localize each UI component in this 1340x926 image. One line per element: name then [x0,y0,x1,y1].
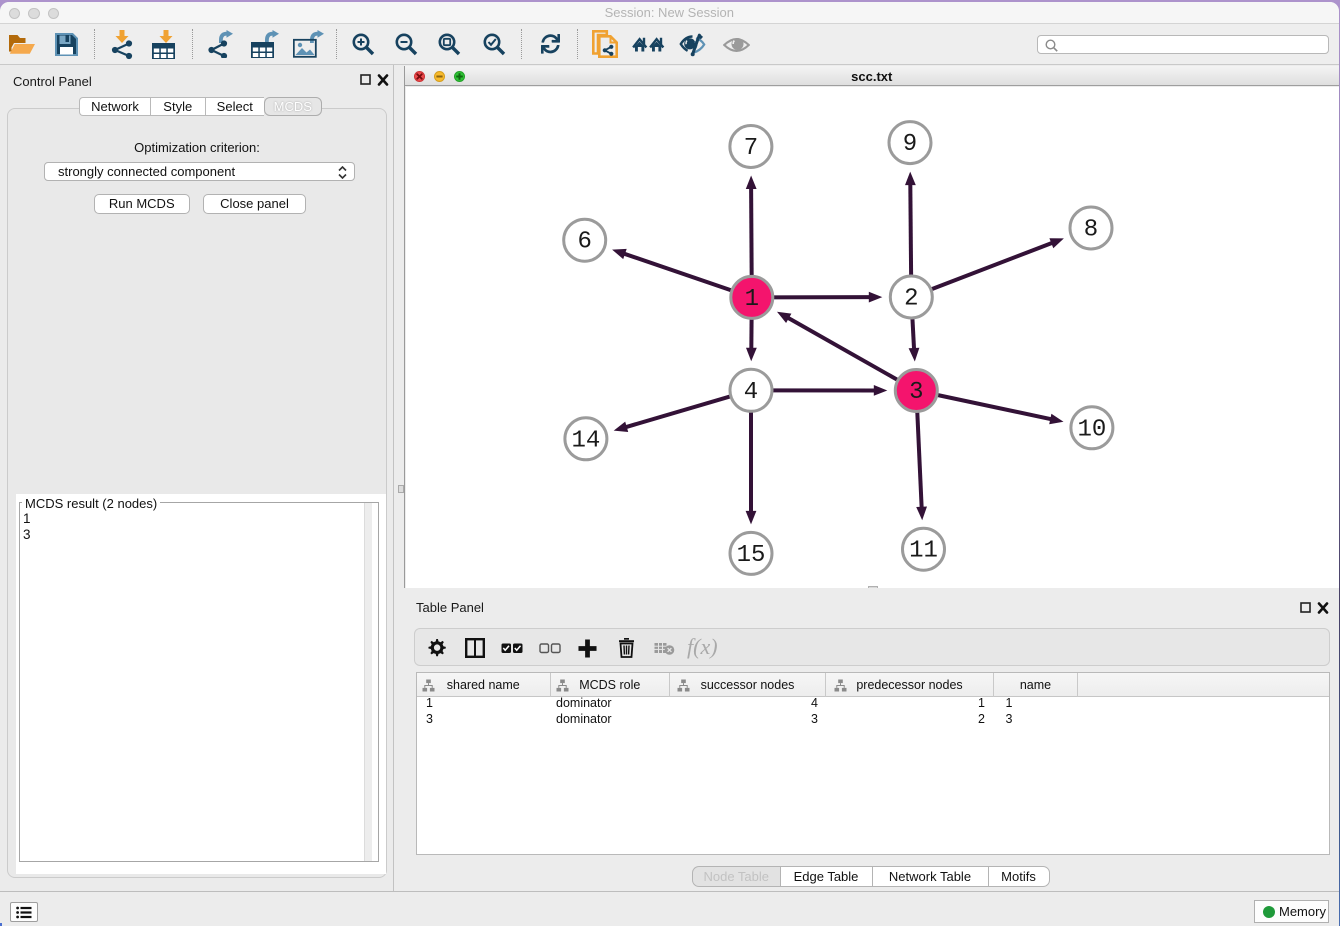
svg-text:8: 8 [1084,217,1098,244]
svg-text:11: 11 [909,538,938,565]
svg-text:14: 14 [571,427,600,454]
svg-text:7: 7 [744,135,758,162]
svg-text:15: 15 [737,542,766,569]
svg-text:3: 3 [909,379,923,406]
svg-text:1: 1 [745,286,759,313]
svg-text:4: 4 [744,379,758,406]
svg-text:9: 9 [903,131,917,158]
svg-text:2: 2 [904,286,918,313]
svg-text:10: 10 [1077,416,1106,443]
svg-text:6: 6 [577,229,591,256]
